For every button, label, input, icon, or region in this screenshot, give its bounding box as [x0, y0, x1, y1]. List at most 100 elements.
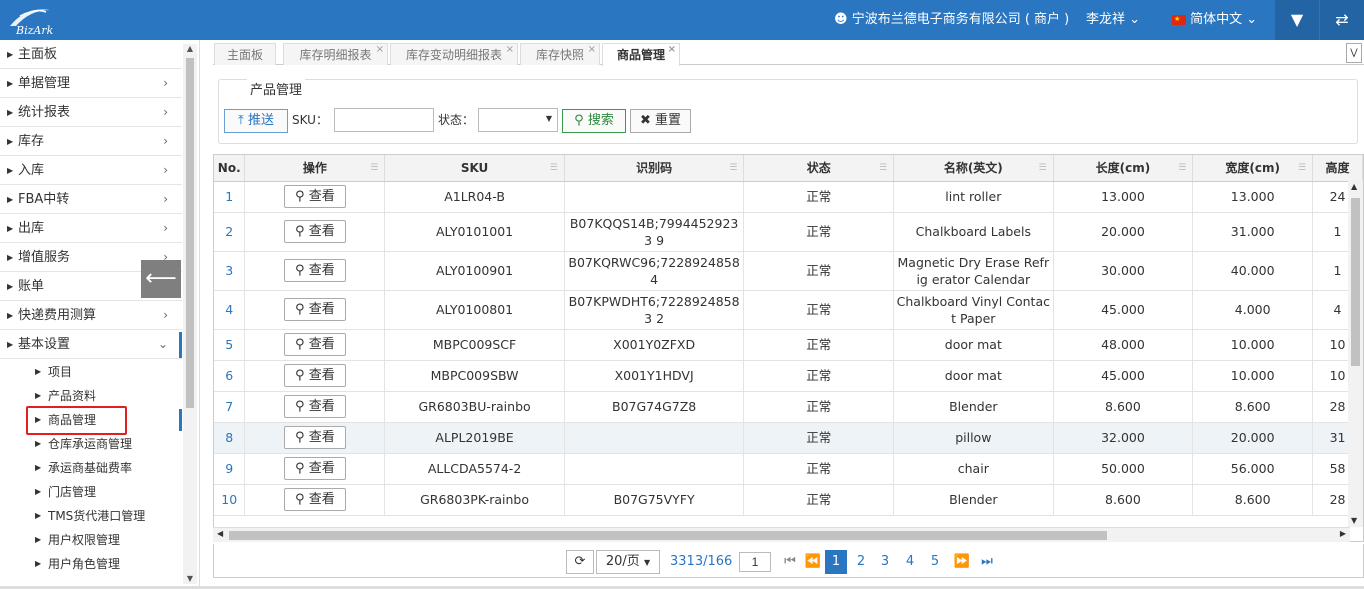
- page-input[interactable]: [739, 552, 771, 572]
- scroll-down-icon[interactable]: ▼: [183, 574, 197, 584]
- table-horizontal-scrollbar[interactable]: ◀ ▶: [213, 527, 1350, 542]
- view-button[interactable]: ⚲ 查看: [283, 426, 346, 449]
- scroll-down-icon[interactable]: ▼: [1351, 516, 1357, 525]
- table-row[interactable]: 8 ⚲ 查看 ALPL2019BE 正常 pillow 32.000 20.00…: [214, 422, 1363, 454]
- scroll-up-icon[interactable]: ▲: [183, 44, 197, 54]
- collapse-sidebar-arrow-icon[interactable]: ⟵: [141, 260, 181, 298]
- sidebar-subitem-user-roles[interactable]: ▶ 用户角色管理: [0, 552, 182, 576]
- view-button[interactable]: ⚲ 查看: [283, 259, 346, 282]
- prev-page-icon[interactable]: ⏪: [802, 550, 824, 574]
- column-header-code[interactable]: 识别码 ☰: [564, 155, 745, 182]
- scroll-up-icon[interactable]: ▲: [1351, 182, 1357, 191]
- column-header-sku[interactable]: SKU ☰: [384, 155, 565, 182]
- sidebar-scrollbar[interactable]: ▲ ▼: [183, 44, 197, 584]
- table-row[interactable]: 9 ⚲ 查看 ALLCDA5574-2 正常 chair 50.000 56.0…: [214, 453, 1363, 485]
- scroll-right-icon[interactable]: ▶: [1340, 529, 1346, 538]
- chevron-double-down-icon[interactable]: ⋁: [1346, 43, 1362, 63]
- first-page-icon[interactable]: ⏮: [780, 550, 800, 574]
- column-header-width[interactable]: 宽度(cm) ☰: [1192, 155, 1314, 182]
- notification-bell-icon[interactable]: ▼: [1275, 0, 1319, 40]
- view-button[interactable]: ⚲ 查看: [283, 220, 346, 243]
- reset-button[interactable]: ✖ 重置: [630, 109, 691, 133]
- sidebar-item-reports[interactable]: ▶ 统计报表 ›: [0, 98, 182, 127]
- close-icon[interactable]: ×: [588, 39, 596, 61]
- sidebar-item-fba-transfer[interactable]: ▶ FBA中转 ›: [0, 185, 182, 214]
- column-menu-icon[interactable]: ☰: [1298, 163, 1306, 173]
- scroll-left-icon[interactable]: ◀: [217, 529, 223, 538]
- view-button[interactable]: ⚲ 查看: [283, 333, 346, 356]
- sidebar-item-outbound[interactable]: ▶ 出库 ›: [0, 214, 182, 243]
- column-menu-icon[interactable]: ☰: [370, 163, 378, 173]
- close-icon[interactable]: ×: [668, 39, 676, 61]
- scrollbar-thumb[interactable]: [229, 531, 1107, 540]
- view-button[interactable]: ⚲ 查看: [283, 395, 346, 418]
- column-header-actions[interactable]: 操作 ☰: [244, 155, 386, 182]
- company-selector[interactable]: ☻ 宁波布兰德电子商务有限公司 ( 商户 ): [834, 0, 1069, 40]
- tab-goods-management[interactable]: 商品管理 ×: [602, 43, 680, 66]
- tab-inventory-detail-report[interactable]: 库存明细报表 ×: [283, 43, 388, 65]
- last-page-icon[interactable]: ⏭: [977, 550, 997, 574]
- close-icon[interactable]: ×: [376, 39, 384, 61]
- scrollbar-thumb[interactable]: [186, 58, 194, 408]
- column-menu-icon[interactable]: ☰: [1039, 163, 1047, 173]
- view-button[interactable]: ⚲ 查看: [283, 185, 346, 208]
- column-header-height[interactable]: 高度: [1312, 155, 1363, 182]
- page-4[interactable]: 4: [899, 550, 921, 574]
- table-row[interactable]: 2 ⚲ 查看 ALY0101001 B07KQQS14B;79944529233…: [214, 212, 1363, 252]
- switch-arrows-icon[interactable]: ⇄: [1320, 0, 1364, 40]
- push-button[interactable]: ⤒ 推送: [224, 109, 288, 133]
- page-5[interactable]: 5: [924, 550, 946, 574]
- language-menu[interactable]: ★ 简体中文 ⌄: [1172, 0, 1257, 40]
- table-row[interactable]: 4 ⚲ 查看 ALY0100801 B07KPWDHT6;72289248583…: [214, 290, 1363, 330]
- column-header-name-en[interactable]: 名称(英文) ☰: [893, 155, 1054, 182]
- sku-input[interactable]: [334, 108, 434, 132]
- table-row[interactable]: 10 ⚲ 查看 GR6803PK-rainbo B07G75VYFY 正常 Bl…: [214, 484, 1363, 516]
- sidebar-item-shipping-calc[interactable]: ▶ 快递费用测算 ›: [0, 301, 182, 330]
- view-button[interactable]: ⚲ 查看: [283, 457, 346, 480]
- view-button[interactable]: ⚲ 查看: [283, 298, 346, 321]
- table-row[interactable]: 3 ⚲ 查看 ALY0100901 B07KQRWC96;72289248584…: [214, 251, 1363, 291]
- column-header-no[interactable]: No.: [214, 155, 246, 182]
- sidebar-item-inventory[interactable]: ▶ 库存 ›: [0, 127, 182, 156]
- column-menu-icon[interactable]: ☰: [1178, 163, 1186, 173]
- table-row[interactable]: 6 ⚲ 查看 MBPC009SBW X001Y1HDVJ 正常 door mat…: [214, 360, 1363, 392]
- column-header-status[interactable]: 状态 ☰: [743, 155, 895, 182]
- column-header-length[interactable]: 长度(cm) ☰: [1053, 155, 1194, 182]
- sidebar-subitem-warehouse-carriers[interactable]: ▶ 仓库承运商管理: [0, 432, 182, 456]
- sidebar-subitem-user-permissions[interactable]: ▶ 用户权限管理: [0, 528, 182, 552]
- table-vertical-scrollbar[interactable]: ▲ ▼: [1348, 180, 1363, 527]
- table-row[interactable]: 5 ⚲ 查看 MBPC009SCF X001Y0ZFXD 正常 door mat…: [214, 329, 1363, 361]
- scrollbar-thumb[interactable]: [1351, 198, 1360, 366]
- page-1[interactable]: 1: [825, 550, 847, 574]
- sidebar-subitem-carrier-rates[interactable]: ▶ 承运商基础费率: [0, 456, 182, 480]
- bizark-logo[interactable]: BizArk: [6, 4, 86, 37]
- view-button[interactable]: ⚲ 查看: [283, 488, 346, 511]
- sidebar-subitem-projects[interactable]: ▶ 项目: [0, 360, 182, 384]
- sidebar-item-basic-settings[interactable]: ▶ 基本设置 ⌄: [0, 330, 182, 359]
- cell-sku: ALY0100901: [384, 251, 565, 291]
- sidebar-item-dashboard[interactable]: ▶ 主面板: [0, 40, 182, 69]
- column-menu-icon[interactable]: ☰: [550, 163, 558, 173]
- close-icon[interactable]: ×: [506, 39, 514, 61]
- status-select[interactable]: ▼: [478, 108, 558, 132]
- sidebar-item-documents[interactable]: ▶ 单据管理 ›: [0, 69, 182, 98]
- sidebar-subitem-stores[interactable]: ▶ 门店管理: [0, 480, 182, 504]
- sidebar-subitem-product-info[interactable]: ▶ 产品资料: [0, 384, 182, 408]
- column-menu-icon[interactable]: ☰: [729, 163, 737, 173]
- table-row[interactable]: 1 ⚲ 查看 A1LR04-B 正常 lint roller 13.000 13…: [214, 181, 1363, 213]
- tab-inventory-snapshot[interactable]: 库存快照 ×: [520, 43, 600, 65]
- page-3[interactable]: 3: [874, 550, 896, 574]
- column-menu-icon[interactable]: ☰: [879, 163, 887, 173]
- user-menu[interactable]: 李龙祥 ⌄: [1086, 0, 1140, 40]
- sidebar-item-inbound[interactable]: ▶ 入库 ›: [0, 156, 182, 185]
- tab-dashboard[interactable]: 主面板: [214, 43, 276, 65]
- next-page-icon[interactable]: ⏩: [951, 550, 973, 574]
- table-row[interactable]: 7 ⚲ 查看 GR6803BU-rainbo B07G74G7Z8 正常 Ble…: [214, 391, 1363, 423]
- page-2[interactable]: 2: [850, 550, 872, 574]
- page-size-select[interactable]: 20/页 ▼: [596, 550, 660, 574]
- view-button[interactable]: ⚲ 查看: [283, 364, 346, 387]
- refresh-icon[interactable]: ⟳: [566, 550, 594, 574]
- sidebar-subitem-tms-ports[interactable]: ▶ TMS货代港口管理: [0, 504, 182, 528]
- tab-inventory-change-report[interactable]: 库存变动明细报表 ×: [390, 43, 518, 65]
- search-button[interactable]: ⚲ 搜索: [562, 109, 626, 133]
